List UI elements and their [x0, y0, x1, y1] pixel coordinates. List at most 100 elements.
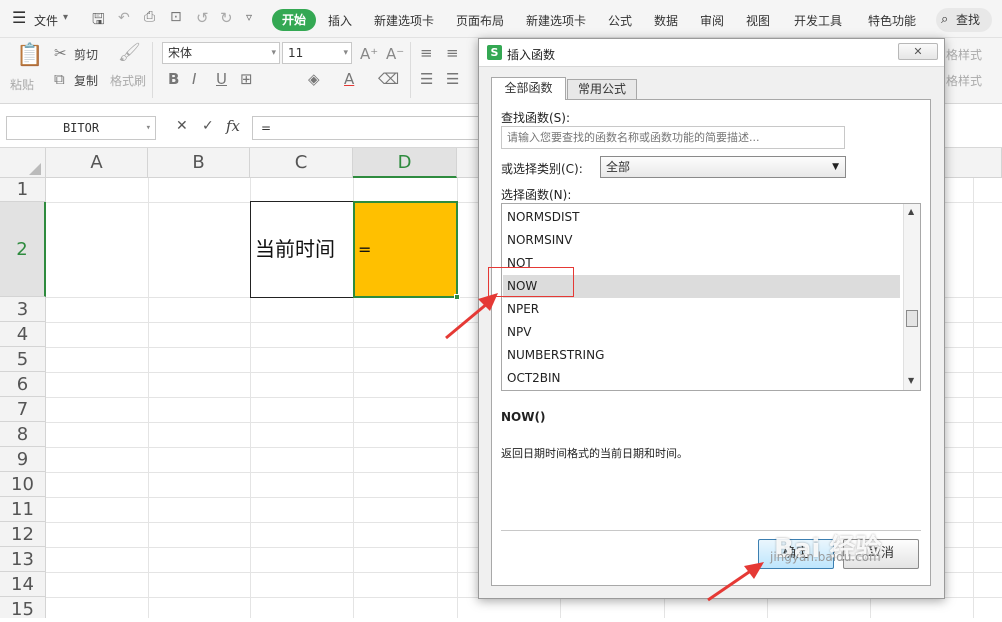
font-color-icon[interactable]: A — [344, 70, 354, 88]
undo-format-icon[interactable]: ↶ — [118, 10, 130, 26]
fx-icon[interactable]: fx — [226, 117, 240, 135]
formula-input[interactable]: = — [252, 116, 482, 140]
close-button[interactable]: ✕ — [898, 43, 938, 60]
list-scrollbar[interactable]: ▲ ▼ — [903, 204, 920, 390]
row-header-2[interactable]: 2 — [0, 202, 46, 297]
search-function-input[interactable] — [501, 126, 845, 149]
list-item[interactable]: NORMSDIST — [507, 206, 903, 229]
preview-icon[interactable]: ⊡ — [170, 9, 182, 25]
tab-all-functions-label: 全部函数 — [504, 81, 553, 95]
row-header-3[interactable]: 3 — [0, 297, 46, 322]
list-item[interactable]: NPV — [507, 321, 903, 344]
format-painter-button[interactable]: 格式刷 — [110, 72, 146, 89]
tab-common-formulas[interactable]: 常用公式 — [567, 79, 637, 100]
scroll-down-icon[interactable]: ▼ — [908, 376, 914, 385]
column-header-a[interactable]: A — [46, 148, 148, 178]
menu-bar: ☰ 文件 ▾ 🖫 ↶ ⎙ ⊡ ↺ ↻ ▿ 开始 插入 新建选项卡 页面布局 新建… — [0, 0, 1002, 38]
tab-page-layout[interactable]: 页面布局 — [456, 12, 504, 29]
tab-view[interactable]: 视图 — [746, 12, 770, 29]
cancel-formula-icon[interactable]: ✕ — [176, 118, 188, 134]
tab-data[interactable]: 数据 — [654, 12, 678, 29]
row-header-5[interactable]: 5 — [0, 347, 46, 372]
row-header-9[interactable]: 9 — [0, 447, 46, 472]
tab-developer[interactable]: 开发工具 — [794, 12, 842, 29]
confirm-formula-icon[interactable]: ✓ — [202, 118, 214, 134]
row-header-8[interactable]: 8 — [0, 422, 46, 447]
fill-color-icon[interactable]: ◈ — [308, 70, 320, 88]
category-select[interactable]: 全部 ▼ — [600, 156, 846, 178]
cut-button[interactable]: 剪切 — [74, 46, 98, 63]
function-list[interactable]: NORMSDIST NORMSINV NOT NOW NPER NPV NUMB… — [501, 203, 921, 391]
more-icon[interactable]: ▿ — [246, 10, 252, 24]
row-header-10[interactable]: 10 — [0, 472, 46, 497]
scroll-up-icon[interactable]: ▲ — [908, 207, 914, 216]
column-header-c[interactable]: C — [250, 148, 353, 178]
copy-icon[interactable]: ⧉ — [54, 70, 65, 88]
list-item[interactable]: NORMSINV — [507, 229, 903, 252]
tab-all-functions[interactable]: 全部函数 — [491, 77, 566, 100]
table-style-button[interactable]: 格样式 — [946, 72, 982, 89]
undo-icon[interactable]: ↺ — [196, 9, 209, 27]
font-grow-icon[interactable]: A⁺ — [360, 45, 378, 63]
underline-icon[interactable]: U — [216, 70, 227, 88]
format-painter-icon[interactable]: 🖌 — [118, 44, 141, 62]
dialog-title: 插入函数 — [507, 48, 556, 62]
scrollbar-thumb[interactable] — [906, 310, 918, 327]
tab-new-1[interactable]: 新建选项卡 — [374, 12, 434, 29]
tab-insert[interactable]: 插入 — [328, 12, 352, 29]
font-name-select[interactable]: 宋体 ▾ — [162, 42, 280, 64]
row-header-1[interactable]: 1 — [0, 178, 46, 202]
italic-icon[interactable]: I — [192, 70, 196, 88]
row-header-6[interactable]: 6 — [0, 372, 46, 397]
annotation-arrow-to-ok — [707, 562, 764, 602]
copy-button[interactable]: 复制 — [74, 72, 98, 89]
cell-style-button[interactable]: 格样式 — [946, 46, 982, 63]
border-icon[interactable]: ⊞ — [240, 70, 253, 88]
font-shrink-icon[interactable]: A⁻ — [386, 45, 404, 63]
row-header-4[interactable]: 4 — [0, 322, 46, 347]
align-middle-icon[interactable]: ≡ — [446, 44, 459, 62]
row-header-13[interactable]: 13 — [0, 547, 46, 572]
list-item[interactable]: NUMBERSTRING — [507, 344, 903, 367]
row-header-15[interactable]: 15 — [0, 597, 46, 620]
select-all-corner[interactable] — [0, 148, 46, 178]
watermark-url: jingyan.baidu.com — [770, 550, 881, 564]
font-size-select[interactable]: 11 ▾ — [282, 42, 352, 64]
chevron-down-icon[interactable]: ▾ — [63, 12, 68, 23]
paste-label: 粘贴 — [10, 78, 35, 92]
align-center-icon[interactable]: ☰ — [446, 70, 459, 88]
name-box[interactable]: BITOR ▾ — [6, 116, 156, 140]
gridline — [148, 178, 149, 618]
print-icon[interactable]: ⎙ — [144, 9, 155, 25]
tab-formulas[interactable]: 公式 — [608, 12, 632, 29]
scissors-icon[interactable]: ✂ — [54, 44, 67, 62]
row-header-7[interactable]: 7 — [0, 397, 46, 422]
tab-review[interactable]: 审阅 — [700, 12, 724, 29]
align-left-icon[interactable]: ☰ — [420, 70, 433, 88]
tab-start[interactable]: 开始 — [272, 9, 316, 31]
column-header-b[interactable]: B — [148, 148, 250, 178]
row-header-14[interactable]: 14 — [0, 572, 46, 597]
paste-button[interactable]: 📋 粘贴 — [8, 42, 46, 98]
fill-handle[interactable] — [454, 294, 460, 300]
eraser-icon[interactable]: ⌫ — [378, 70, 399, 88]
hamburger-icon[interactable]: ☰ — [12, 10, 26, 26]
row-header-11[interactable]: 11 — [0, 497, 46, 522]
dialog-title-bar[interactable]: S 插入函数 ✕ — [479, 39, 944, 67]
list-item[interactable]: OCT2BIN — [507, 367, 903, 390]
column-header-d[interactable]: D — [353, 148, 457, 178]
cell-c2[interactable]: 当前时间 — [250, 201, 354, 298]
save-icon[interactable]: 🖫 — [92, 9, 105, 34]
tab-common-formulas-label: 常用公式 — [577, 82, 626, 96]
cell-d2[interactable]: = — [353, 201, 458, 298]
bold-icon[interactable]: B — [168, 70, 179, 88]
row-header-12[interactable]: 12 — [0, 522, 46, 547]
align-top-icon[interactable]: ≡ — [420, 44, 433, 62]
list-item[interactable]: NPER — [507, 298, 903, 321]
search-button[interactable]: ⌕ 查找 — [936, 8, 992, 32]
redo-icon[interactable]: ↻ — [220, 9, 233, 27]
paste-icon: 📋 — [16, 43, 44, 68]
tab-special[interactable]: 特色功能 — [868, 12, 916, 29]
tab-new-2[interactable]: 新建选项卡 — [526, 12, 586, 29]
menu-file[interactable]: 文件 — [34, 12, 58, 29]
